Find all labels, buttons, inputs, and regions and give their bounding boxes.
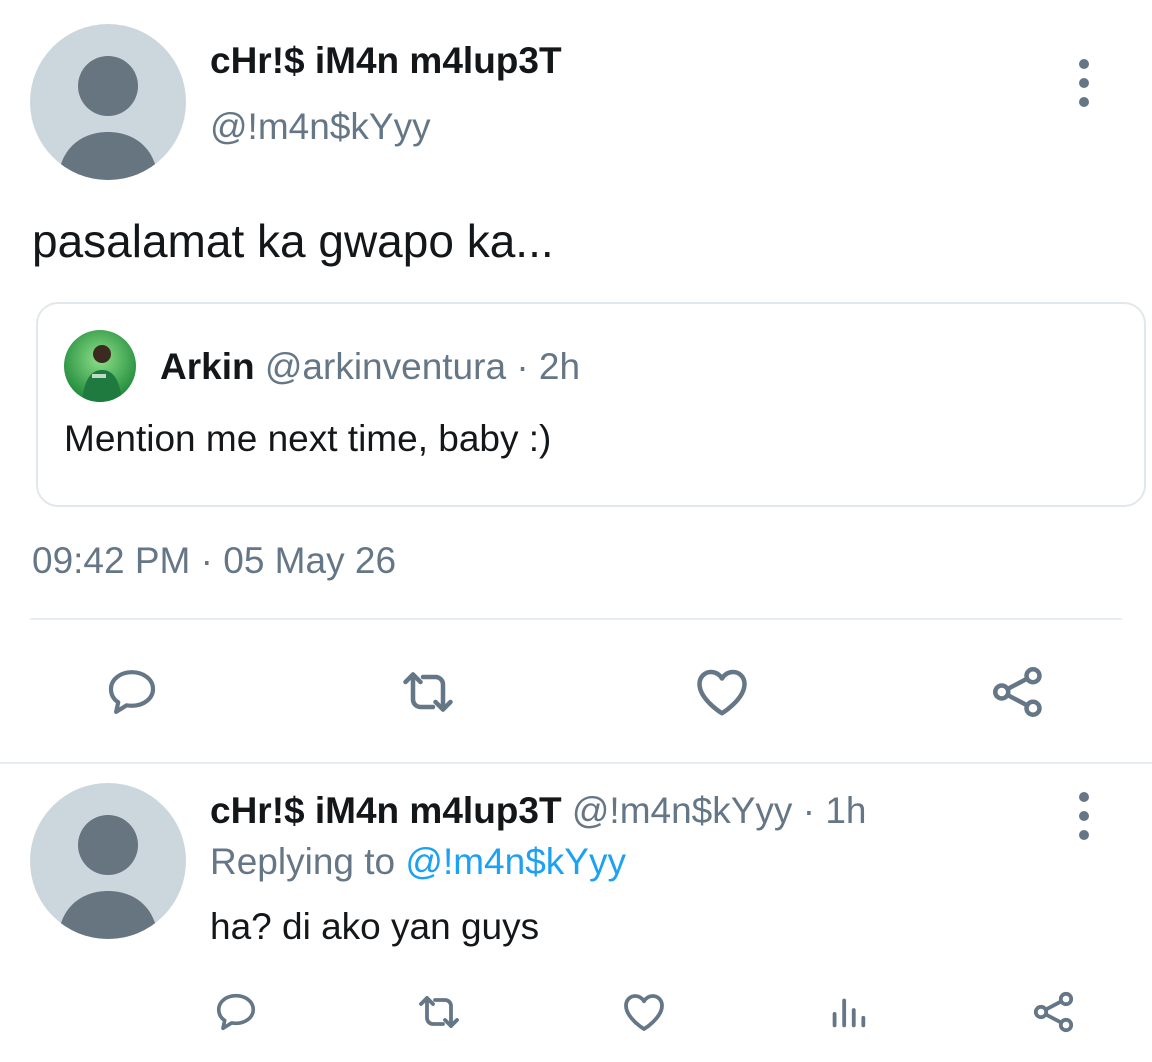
replying-to-label: Replying to [210,841,396,882]
main-timestamp[interactable]: 09:42 PM · 05 May 26 [32,540,396,582]
main-handle[interactable]: @!m4n$kYyy [210,106,431,148]
main-like-button[interactable] [690,660,754,724]
share-icon [993,667,1042,717]
main-divider [30,618,1122,620]
reply-icon [108,670,156,714]
reply-like-button[interactable] [618,986,670,1038]
reply-handle[interactable]: @!m4n$kYyy [572,790,793,831]
profile-photo [64,330,136,402]
reply-tweet-text: ha? di ako yan guys [210,906,540,947]
reply-more-button[interactable] [1079,792,1089,840]
reply-separator: · [802,790,816,831]
quoted-header: Arkin @arkinventura · 2h [160,346,580,388]
main-more-button[interactable] [1079,59,1089,107]
default-profile-icon [58,815,158,939]
reply-icon [216,993,256,1031]
main-avatar[interactable] [30,24,186,180]
reply-display-name[interactable]: cHr!$ iM4n m4lup3T [210,790,562,831]
analytics-icon [832,998,866,1028]
replying-to-handle[interactable]: @!m4n$kYyy [405,841,626,882]
main-reply-button[interactable] [100,660,164,724]
main-display-name[interactable]: cHr!$ iM4n m4lup3T [210,40,562,82]
more-vertical-icon [1079,59,1089,69]
reply-time: 1h [825,790,867,831]
reply-share-button[interactable] [1028,986,1080,1038]
main-tweet-text: pasalamat ka gwapo ka... [32,215,554,267]
reply-analytics-button[interactable] [822,986,874,1038]
main-retweet-button[interactable] [396,660,460,724]
more-vertical-icon [1079,792,1089,802]
share-icon [1033,991,1074,1033]
reply-retweet-button[interactable] [413,986,465,1038]
main-share-button[interactable] [986,660,1050,724]
retweet-icon [419,996,459,1028]
replying-to: Replying to @!m4n$kYyy [210,841,626,883]
reply-header: cHr!$ iM4n m4lup3T @!m4n$kYyy · 1h [210,790,866,832]
heart-icon [624,994,664,1031]
reply-avatar[interactable] [30,783,186,939]
reply-reply-button[interactable] [210,986,262,1038]
section-divider [0,762,1152,764]
quoted-handle[interactable]: @arkinventura [265,346,506,387]
quoted-display-name[interactable]: Arkin [160,346,255,387]
quoted-tweet-card[interactable]: Arkin @arkinventura · 2h Mention me next… [36,302,1146,507]
heart-icon [697,669,747,716]
default-profile-icon [58,56,158,180]
quoted-tweet-text: Mention me next time, baby :) [64,418,552,459]
quoted-separator: · [516,346,529,387]
retweet-icon [403,672,453,712]
quoted-time: 2h [538,346,581,387]
quoted-avatar[interactable] [64,330,136,402]
